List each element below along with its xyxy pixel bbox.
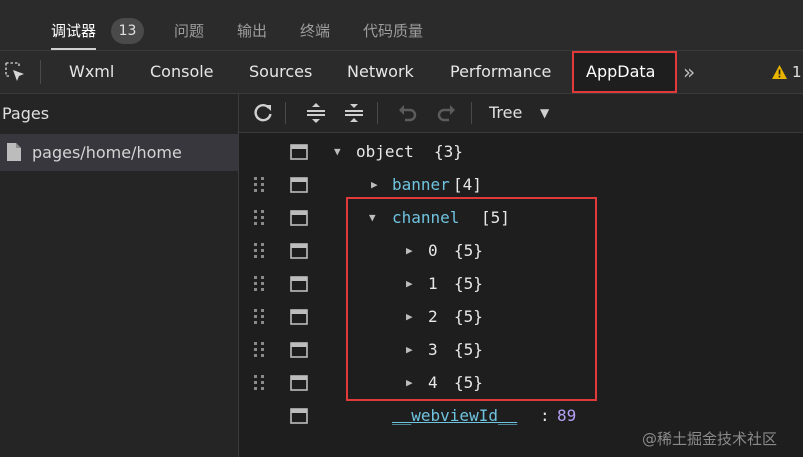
root-meta: {3} — [434, 142, 463, 161]
webview-key: __webviewId__ — [392, 406, 518, 425]
pages-sidebar: Pages pages/home/home — [0, 94, 239, 457]
drag-handle-icon[interactable] — [253, 341, 267, 359]
tree-row-channel-item[interactable]: ▶ 4 {5} — [239, 366, 803, 399]
collapsed-arrow-icon[interactable]: ▶ — [406, 234, 413, 267]
top-tab-bar: 调试器 13 问题 输出 终端 代码质量 — [0, 0, 803, 51]
item-meta: {5} — [454, 340, 483, 359]
panel-tab-sources[interactable]: Sources — [249, 51, 312, 93]
appdata-toolbar: Tree ▼ — [239, 94, 803, 133]
node-box-icon[interactable] — [290, 243, 308, 259]
toolbar-separator — [285, 102, 286, 124]
collapsed-arrow-icon[interactable]: ▶ — [406, 300, 413, 333]
sidebar-item-page[interactable]: pages/home/home — [0, 134, 238, 171]
redo-icon[interactable] — [435, 102, 457, 124]
collapsed-arrow-icon[interactable]: ▶ — [406, 366, 413, 399]
tree-row-channel-item[interactable]: ▶ 1 {5} — [239, 267, 803, 300]
caret-down-icon[interactable]: ▼ — [540, 94, 549, 132]
toolbar-separator — [377, 102, 378, 124]
panel-tab-bar: Wxml Console Sources Network Performance… — [0, 51, 803, 94]
channel-meta: [5] — [481, 208, 510, 227]
appdata-tree: ▼ object {3} ▶ banner [4] ▼ channel [5] … — [239, 133, 803, 457]
expanded-arrow-icon[interactable]: ▼ — [369, 201, 376, 234]
refresh-icon[interactable] — [252, 102, 274, 124]
drag-handle-icon[interactable] — [253, 242, 267, 260]
tab-debugger[interactable]: 调试器 — [51, 0, 97, 50]
node-box-icon[interactable] — [290, 375, 308, 391]
tree-row-root[interactable]: ▼ object {3} — [239, 135, 803, 168]
node-box-icon[interactable] — [290, 309, 308, 325]
panel-tab-performance[interactable]: Performance — [450, 51, 551, 93]
collapsed-arrow-icon[interactable]: ▶ — [371, 168, 378, 201]
tree-row-banner[interactable]: ▶ banner [4] — [239, 168, 803, 201]
tab-terminal[interactable]: 终端 — [300, 0, 330, 50]
more-tabs-button[interactable]: » — [683, 51, 695, 93]
warning-icon[interactable] — [771, 64, 788, 80]
item-meta: {5} — [454, 307, 483, 326]
tab-code-quality[interactable]: 代码质量 — [363, 0, 423, 50]
banner-meta: [4] — [453, 175, 482, 194]
root-key: object — [356, 142, 414, 161]
node-box-icon[interactable] — [290, 144, 308, 160]
file-icon — [7, 143, 21, 161]
expand-all-icon[interactable] — [305, 102, 327, 124]
collapsed-arrow-icon[interactable]: ▶ — [406, 267, 413, 300]
sidebar-title: Pages — [2, 104, 50, 123]
panel-tab-console[interactable]: Console — [150, 51, 214, 93]
node-box-icon[interactable] — [290, 210, 308, 226]
node-box-icon[interactable] — [290, 177, 308, 193]
item-index: 2 — [428, 307, 438, 326]
webview-value[interactable]: 89 — [557, 399, 576, 432]
node-box-icon[interactable] — [290, 342, 308, 358]
item-meta: {5} — [454, 373, 483, 392]
drag-handle-icon[interactable] — [253, 209, 267, 227]
node-box-icon[interactable] — [290, 276, 308, 292]
item-index: 0 — [428, 241, 438, 260]
channel-key: channel — [392, 208, 460, 227]
debugger-count-badge: 13 — [111, 18, 144, 44]
collapsed-arrow-icon[interactable]: ▶ — [406, 333, 413, 366]
tree-row-channel-item[interactable]: ▶ 3 {5} — [239, 333, 803, 366]
item-meta: {5} — [454, 274, 483, 293]
item-meta: {5} — [454, 241, 483, 260]
inspect-element-icon[interactable] — [4, 61, 26, 83]
expanded-arrow-icon[interactable]: ▼ — [334, 135, 341, 168]
drag-handle-icon[interactable] — [253, 308, 267, 326]
drag-handle-icon[interactable] — [253, 374, 267, 392]
panel-tab-appdata[interactable]: AppData — [572, 51, 677, 93]
panel-tab-network[interactable]: Network — [347, 51, 414, 93]
undo-icon[interactable] — [397, 102, 419, 124]
tree-row-channel-item[interactable]: ▶ 2 {5} — [239, 300, 803, 333]
panel-tab-wxml[interactable]: Wxml — [69, 51, 114, 93]
item-index: 4 — [428, 373, 438, 392]
toolbar-separator — [471, 102, 472, 124]
tab-output[interactable]: 输出 — [237, 0, 267, 50]
drag-handle-icon[interactable] — [253, 275, 267, 293]
watermark: @稀土掘金技术社区 — [642, 430, 778, 448]
drag-handle-icon[interactable] — [253, 176, 267, 194]
node-box-icon[interactable] — [290, 408, 308, 424]
view-mode-select[interactable]: Tree — [489, 94, 522, 132]
item-index: 3 — [428, 340, 438, 359]
sidebar-item-label: pages/home/home — [32, 143, 182, 162]
collapse-all-icon[interactable] — [343, 102, 365, 124]
tree-row-channel[interactable]: ▼ channel [5] — [239, 201, 803, 234]
banner-key: banner — [392, 175, 450, 194]
panel-divider — [40, 60, 41, 84]
webview-separator: : — [540, 406, 550, 425]
tab-problems[interactable]: 问题 — [174, 0, 204, 50]
warning-count: 1 — [792, 63, 802, 81]
tree-row-channel-item[interactable]: ▶ 0 {5} — [239, 234, 803, 267]
item-index: 1 — [428, 274, 438, 293]
